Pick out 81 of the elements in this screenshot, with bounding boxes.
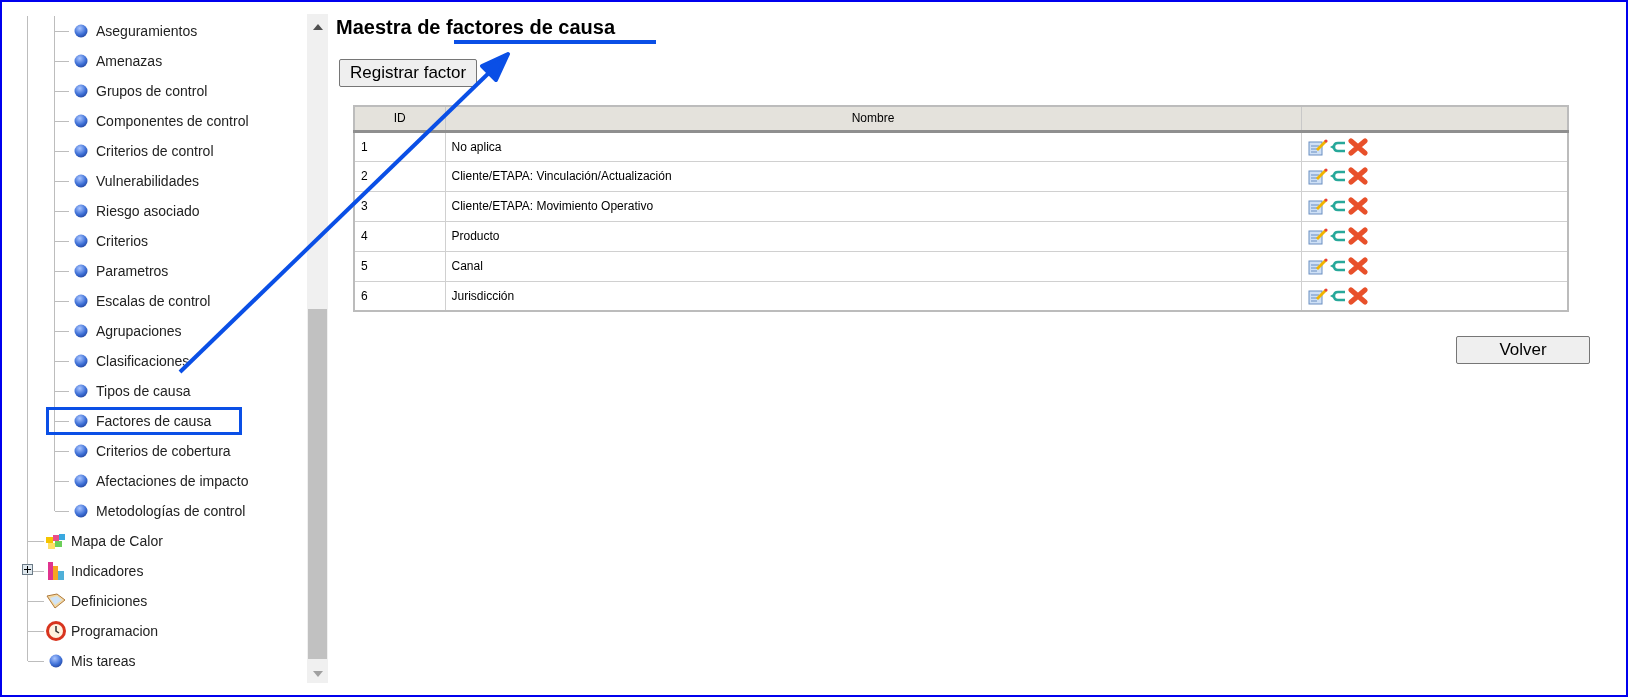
edit-icon[interactable] [1307,257,1328,275]
sphere-icon [74,144,88,158]
scrollbar[interactable] [307,14,328,683]
link-icon[interactable] [1328,198,1347,214]
delete-icon[interactable] [1347,197,1368,215]
table-cell: 2 [354,161,445,191]
tree-item[interactable]: Afectaciones de impacto [96,470,249,492]
edit-icon[interactable] [1307,227,1328,245]
column-header: ID [354,106,445,131]
edit-icon[interactable] [1307,137,1328,156]
table-cell: Canal [445,251,1301,281]
table-cell: No aplica [445,131,1301,161]
column-header: Nombre [445,106,1301,131]
tree-item[interactable]: Agrupaciones [96,320,182,342]
sphere-icon [74,24,88,38]
bar-chart-icon [46,560,66,582]
sphere-icon [74,384,88,398]
table-cell: Cliente/ETAPA: Vinculación/Actualización [445,161,1301,191]
scroll-up-icon[interactable] [312,24,323,30]
tree-item[interactable]: Mis tareas [71,650,136,672]
tree-item[interactable]: Criterios [96,230,149,252]
tree-item[interactable]: Indicadores [71,560,144,582]
register-button[interactable]: Registrar factor [339,59,478,87]
sphere-icon [74,504,88,518]
delete-icon[interactable] [1347,227,1368,245]
delete-icon[interactable] [1347,167,1368,185]
edit-icon[interactable] [1307,286,1328,305]
sphere-icon [74,324,88,338]
table-cell: 4 [354,221,445,251]
tree-item[interactable]: Aseguramientos [96,20,198,42]
table-cell: Jurisdicción [445,281,1301,311]
delete-icon[interactable] [1347,286,1368,305]
table-cell: Cliente/ETAPA: Movimiento Operativo [445,191,1301,221]
tree-item[interactable]: Riesgo asociado [96,200,200,222]
clock-icon [45,620,67,642]
table-cell: 6 [354,281,445,311]
expand-icon[interactable] [22,564,33,575]
link-icon[interactable] [1328,168,1347,184]
table-cell: Producto [445,221,1301,251]
tree-item[interactable]: Grupos de control [96,80,208,102]
scroll-down-icon[interactable] [312,671,323,677]
sphere-icon [74,234,88,248]
delete-icon[interactable] [1347,257,1368,275]
table-cell: 5 [354,251,445,281]
sphere-icon [74,114,88,128]
sphere-icon [74,294,88,308]
link-icon[interactable] [1328,228,1347,244]
sphere-icon [74,204,88,218]
tree-item[interactable]: Vulnerabilidades [96,170,199,192]
delete-icon[interactable] [1347,137,1368,156]
tree-item[interactable]: Factores de causa [96,410,212,432]
tree-item[interactable]: Clasificaciones [96,350,190,372]
tree-item[interactable]: Mapa de Calor [71,530,163,552]
sphere-icon [74,264,88,278]
book-icon [45,592,67,610]
sphere-icon [74,444,88,458]
sphere-icon [74,474,88,488]
back-button[interactable]: Volver [1456,336,1590,364]
tree-item[interactable]: Criterios de cobertura [96,440,231,462]
colored-tiles-icon [45,532,67,550]
sphere-icon [74,84,88,98]
link-icon[interactable] [1328,258,1347,274]
tree-item[interactable]: Escalas de control [96,290,211,312]
sphere-icon [74,174,88,188]
edit-icon[interactable] [1307,197,1328,215]
edit-icon[interactable] [1307,167,1328,185]
sphere-icon [49,654,63,668]
sphere-icon [74,54,88,68]
tree-item[interactable]: Definiciones [71,590,148,612]
tree-item[interactable]: Amenazas [96,50,163,72]
table-cell: 1 [354,131,445,161]
tree-item[interactable]: Criterios de control [96,140,214,162]
page-title: Maestra de factores de causa [336,16,616,38]
sphere-icon [74,354,88,368]
table-cell: 3 [354,191,445,221]
tree-item[interactable]: Componentes de control [96,110,249,132]
tree-item[interactable]: Parametros [96,260,169,282]
tree-item[interactable]: Metodologías de control [96,500,246,522]
tree-item[interactable]: Programacion [71,620,159,642]
sphere-icon [74,414,88,428]
tree-item[interactable]: Tipos de causa [96,380,191,402]
